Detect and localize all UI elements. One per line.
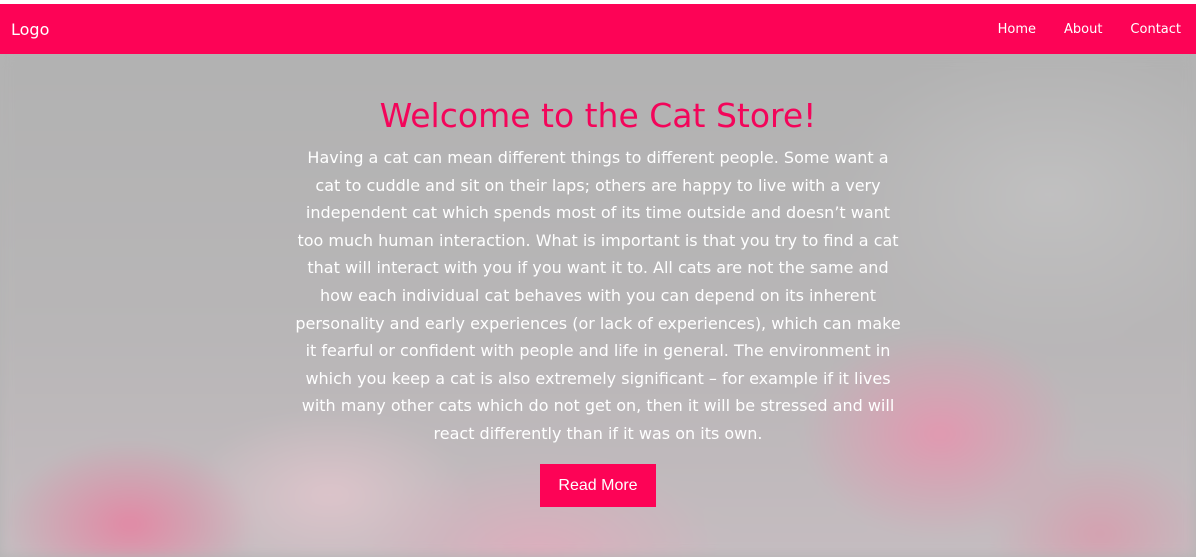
navbar: Logo Home About Contact: [0, 4, 1196, 54]
hero-content: Welcome to the Cat Store! Having a cat c…: [0, 54, 1196, 507]
page: Logo Home About Contact Welcome to the C…: [0, 0, 1196, 557]
hero-section: Welcome to the Cat Store! Having a cat c…: [0, 54, 1196, 557]
read-more-button[interactable]: Read More: [540, 463, 656, 507]
nav-link-about[interactable]: About: [1064, 22, 1102, 37]
nav-links: Home About Contact: [970, 22, 1181, 37]
logo-link[interactable]: Logo: [11, 20, 49, 39]
nav-link-home[interactable]: Home: [998, 22, 1036, 37]
hero-title: Welcome to the Cat Store!: [379, 96, 817, 135]
hero-paragraph: Having a cat can mean different things t…: [295, 148, 901, 443]
nav-link-contact[interactable]: Contact: [1130, 22, 1181, 37]
